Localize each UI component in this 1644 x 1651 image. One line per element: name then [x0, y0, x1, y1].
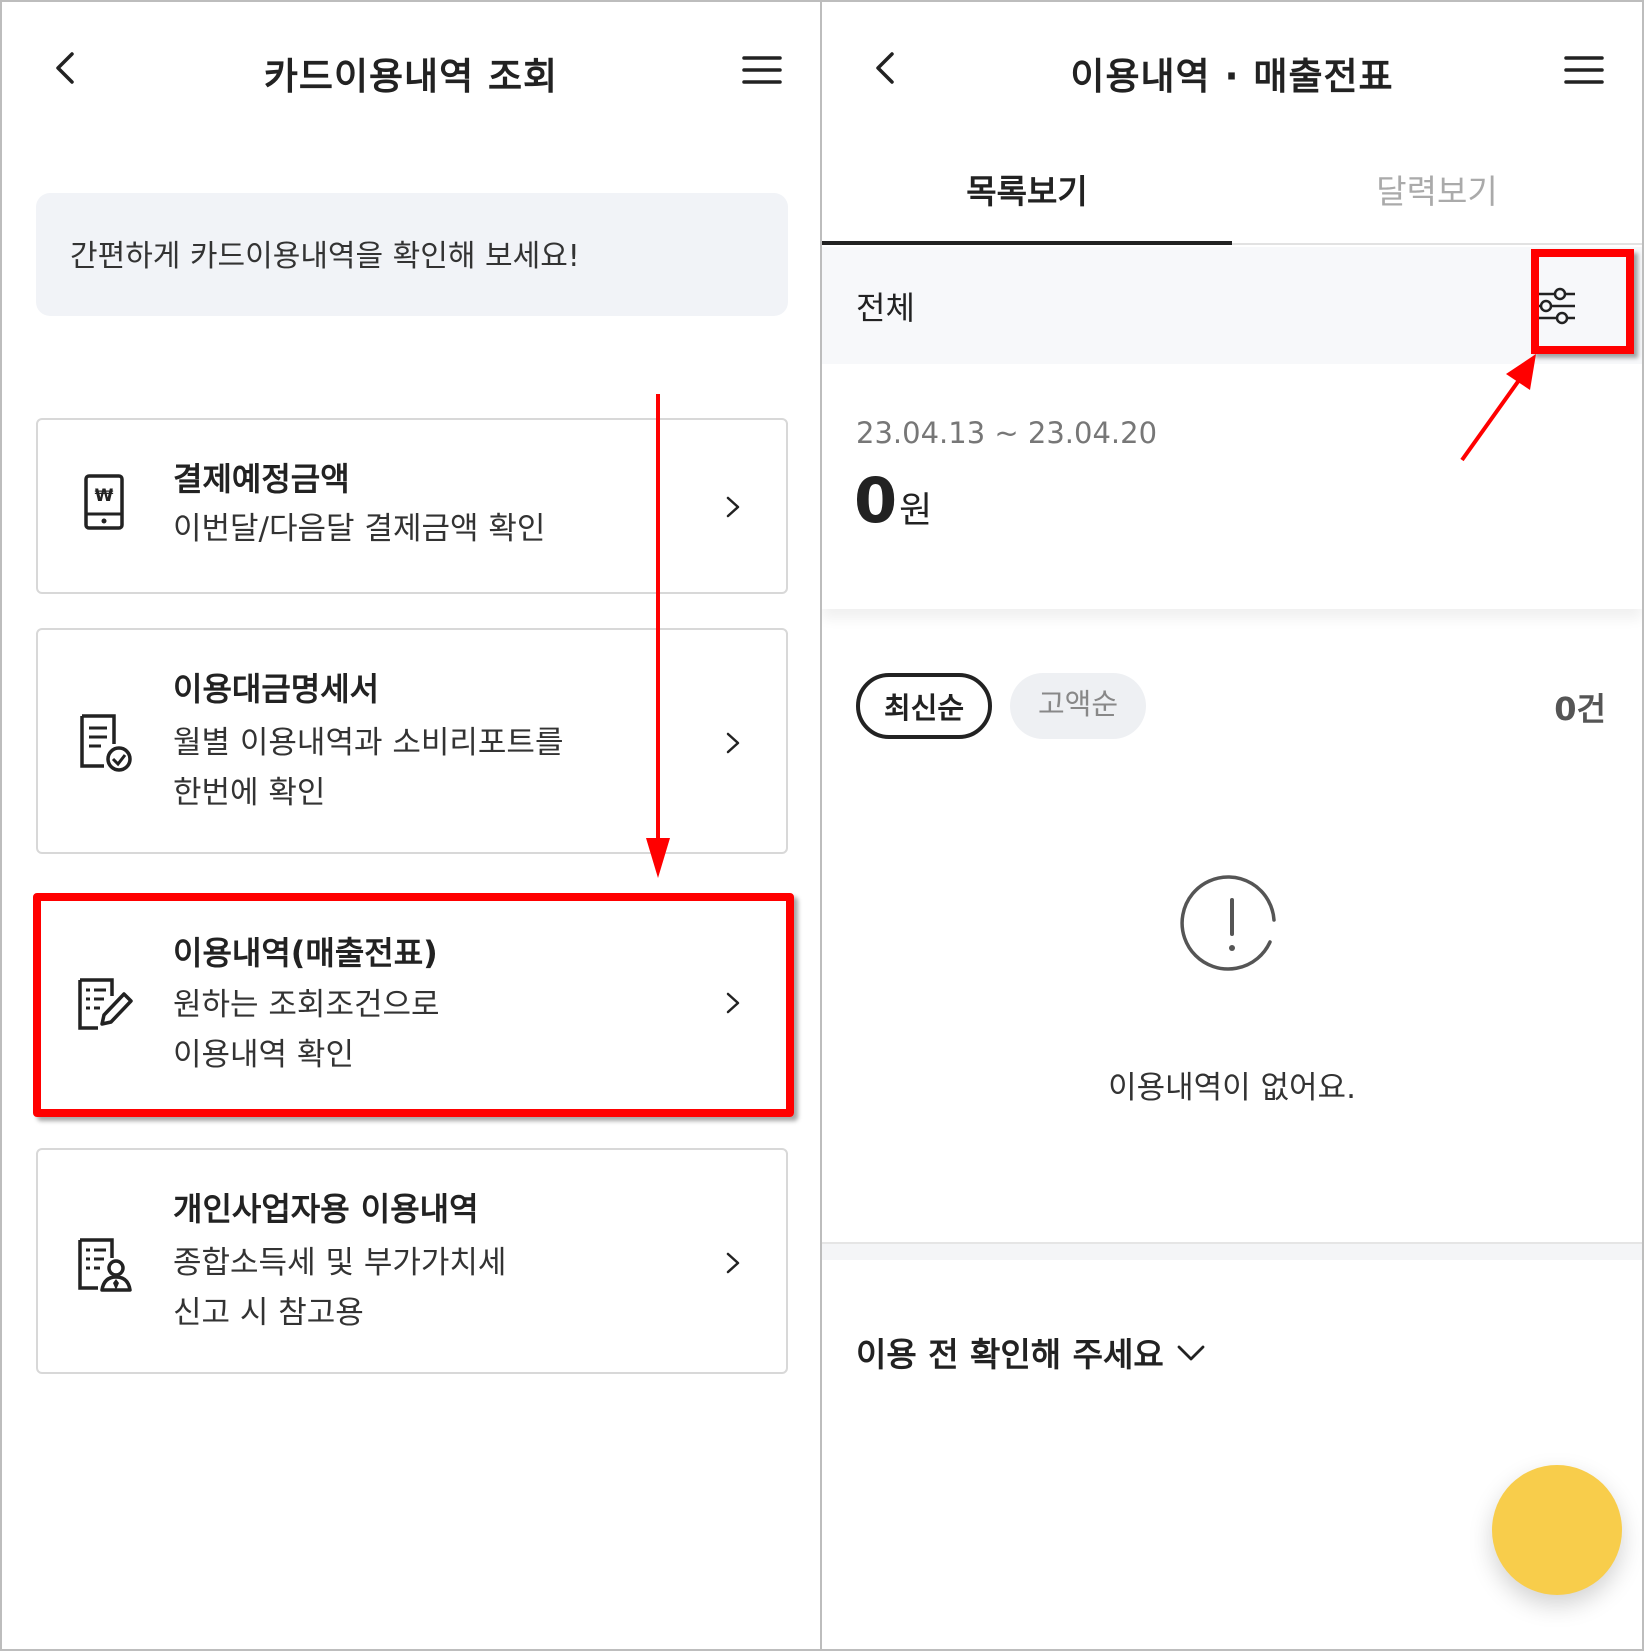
card-description-line2: 한번에 확인	[173, 775, 326, 811]
exclamation-circle-icon	[1180, 875, 1276, 971]
tab-list-view[interactable]: 목록보기	[822, 165, 1232, 213]
card-title: 이용내역(매출전표)	[173, 934, 438, 972]
filter-bar: 전체	[822, 247, 1642, 364]
section-separator	[822, 1242, 1642, 1260]
chevron-right-icon	[726, 992, 740, 1014]
won-phone-icon: ₩	[84, 474, 124, 530]
card-title: 이용대금명세서	[173, 670, 380, 708]
card-description: 원하는 조회조건으로	[173, 987, 440, 1023]
sort-amount-chip[interactable]: 고액순	[1010, 673, 1146, 739]
app-bar: 이용내역 · 매출전표	[822, 0, 1642, 145]
sort-latest-chip[interactable]: 최신순	[856, 673, 992, 739]
app-bar: 카드이용내역 조회	[2, 0, 820, 145]
card-history-menu-screen: 카드이용내역 조회 간편하게 카드이용내역을 확인해 보세요! ₩ 결제예정금액…	[2, 0, 820, 1651]
svg-text:₩: ₩	[95, 486, 114, 506]
amount-unit: 원	[899, 490, 933, 531]
card-scheduled-payment[interactable]: ₩ 결제예정금액 이번달/다음달 결제금액 확인	[36, 418, 788, 594]
page-title: 이용내역 · 매출전표	[1070, 55, 1394, 98]
chevron-down-icon[interactable]	[1174, 1336, 1208, 1370]
card-description: 종합소득세 및 부가가치세	[173, 1245, 507, 1281]
statement-check-icon	[80, 714, 132, 772]
card-description: 월별 이용내역과 소비리포트를	[173, 725, 564, 761]
card-description: 이번달/다음달 결제금액 확인	[173, 511, 546, 547]
period-summary: 23.04.13 ~ 23.04.20 0원	[822, 364, 1642, 609]
card-title: 결제예정금액	[173, 460, 350, 498]
tab-calendar-view[interactable]: 달력보기	[1232, 165, 1642, 213]
card-title: 개인사업자용 이용내역	[173, 1190, 479, 1228]
page-title: 카드이용내역 조회	[263, 55, 559, 98]
notice-banner: 간편하게 카드이용내역을 확인해 보세요!	[36, 193, 788, 316]
notice-accordion-title[interactable]: 이용 전 확인해 주세요	[856, 1328, 1164, 1376]
business-person-icon	[78, 1238, 132, 1292]
amount-value: 0	[854, 464, 898, 537]
edit-document-icon	[78, 978, 133, 1030]
view-tabs: 목록보기 달력보기	[822, 145, 1642, 245]
chevron-right-icon	[726, 496, 740, 518]
card-description-line2: 신고 시 참고용	[173, 1295, 364, 1331]
period-range: 23.04.13 ~ 23.04.20	[856, 416, 1158, 450]
floating-action-button[interactable]	[1492, 1465, 1622, 1595]
active-tab-indicator	[822, 241, 1232, 245]
total-amount: 0원	[854, 464, 932, 537]
usage-receipt-screen: 이용내역 · 매출전표 목록보기 달력보기 전체 23.04.13 ~ 23.0…	[822, 0, 1642, 1651]
card-business-usage-history[interactable]: 개인사업자용 이용내역 종합소득세 및 부가가치세 신고 시 참고용	[36, 1148, 788, 1374]
card-description-line2: 이용내역 확인	[173, 1037, 354, 1073]
menu-icon[interactable]	[1562, 50, 1606, 90]
filter-sliders-icon[interactable]	[1532, 284, 1578, 328]
chevron-right-icon	[726, 1252, 740, 1274]
result-count: 0건	[1554, 690, 1606, 728]
card-billing-statement[interactable]: 이용대금명세서 월별 이용내역과 소비리포트를 한번에 확인	[36, 628, 788, 854]
chevron-right-icon	[726, 732, 740, 754]
empty-message: 이용내역이 없어요.	[1108, 1070, 1356, 1106]
card-usage-history-receipt[interactable]: 이용내역(매출전표) 원하는 조회조건으로 이용내역 확인	[36, 900, 788, 1110]
filter-label: 전체	[856, 289, 915, 327]
menu-icon[interactable]	[740, 50, 784, 90]
